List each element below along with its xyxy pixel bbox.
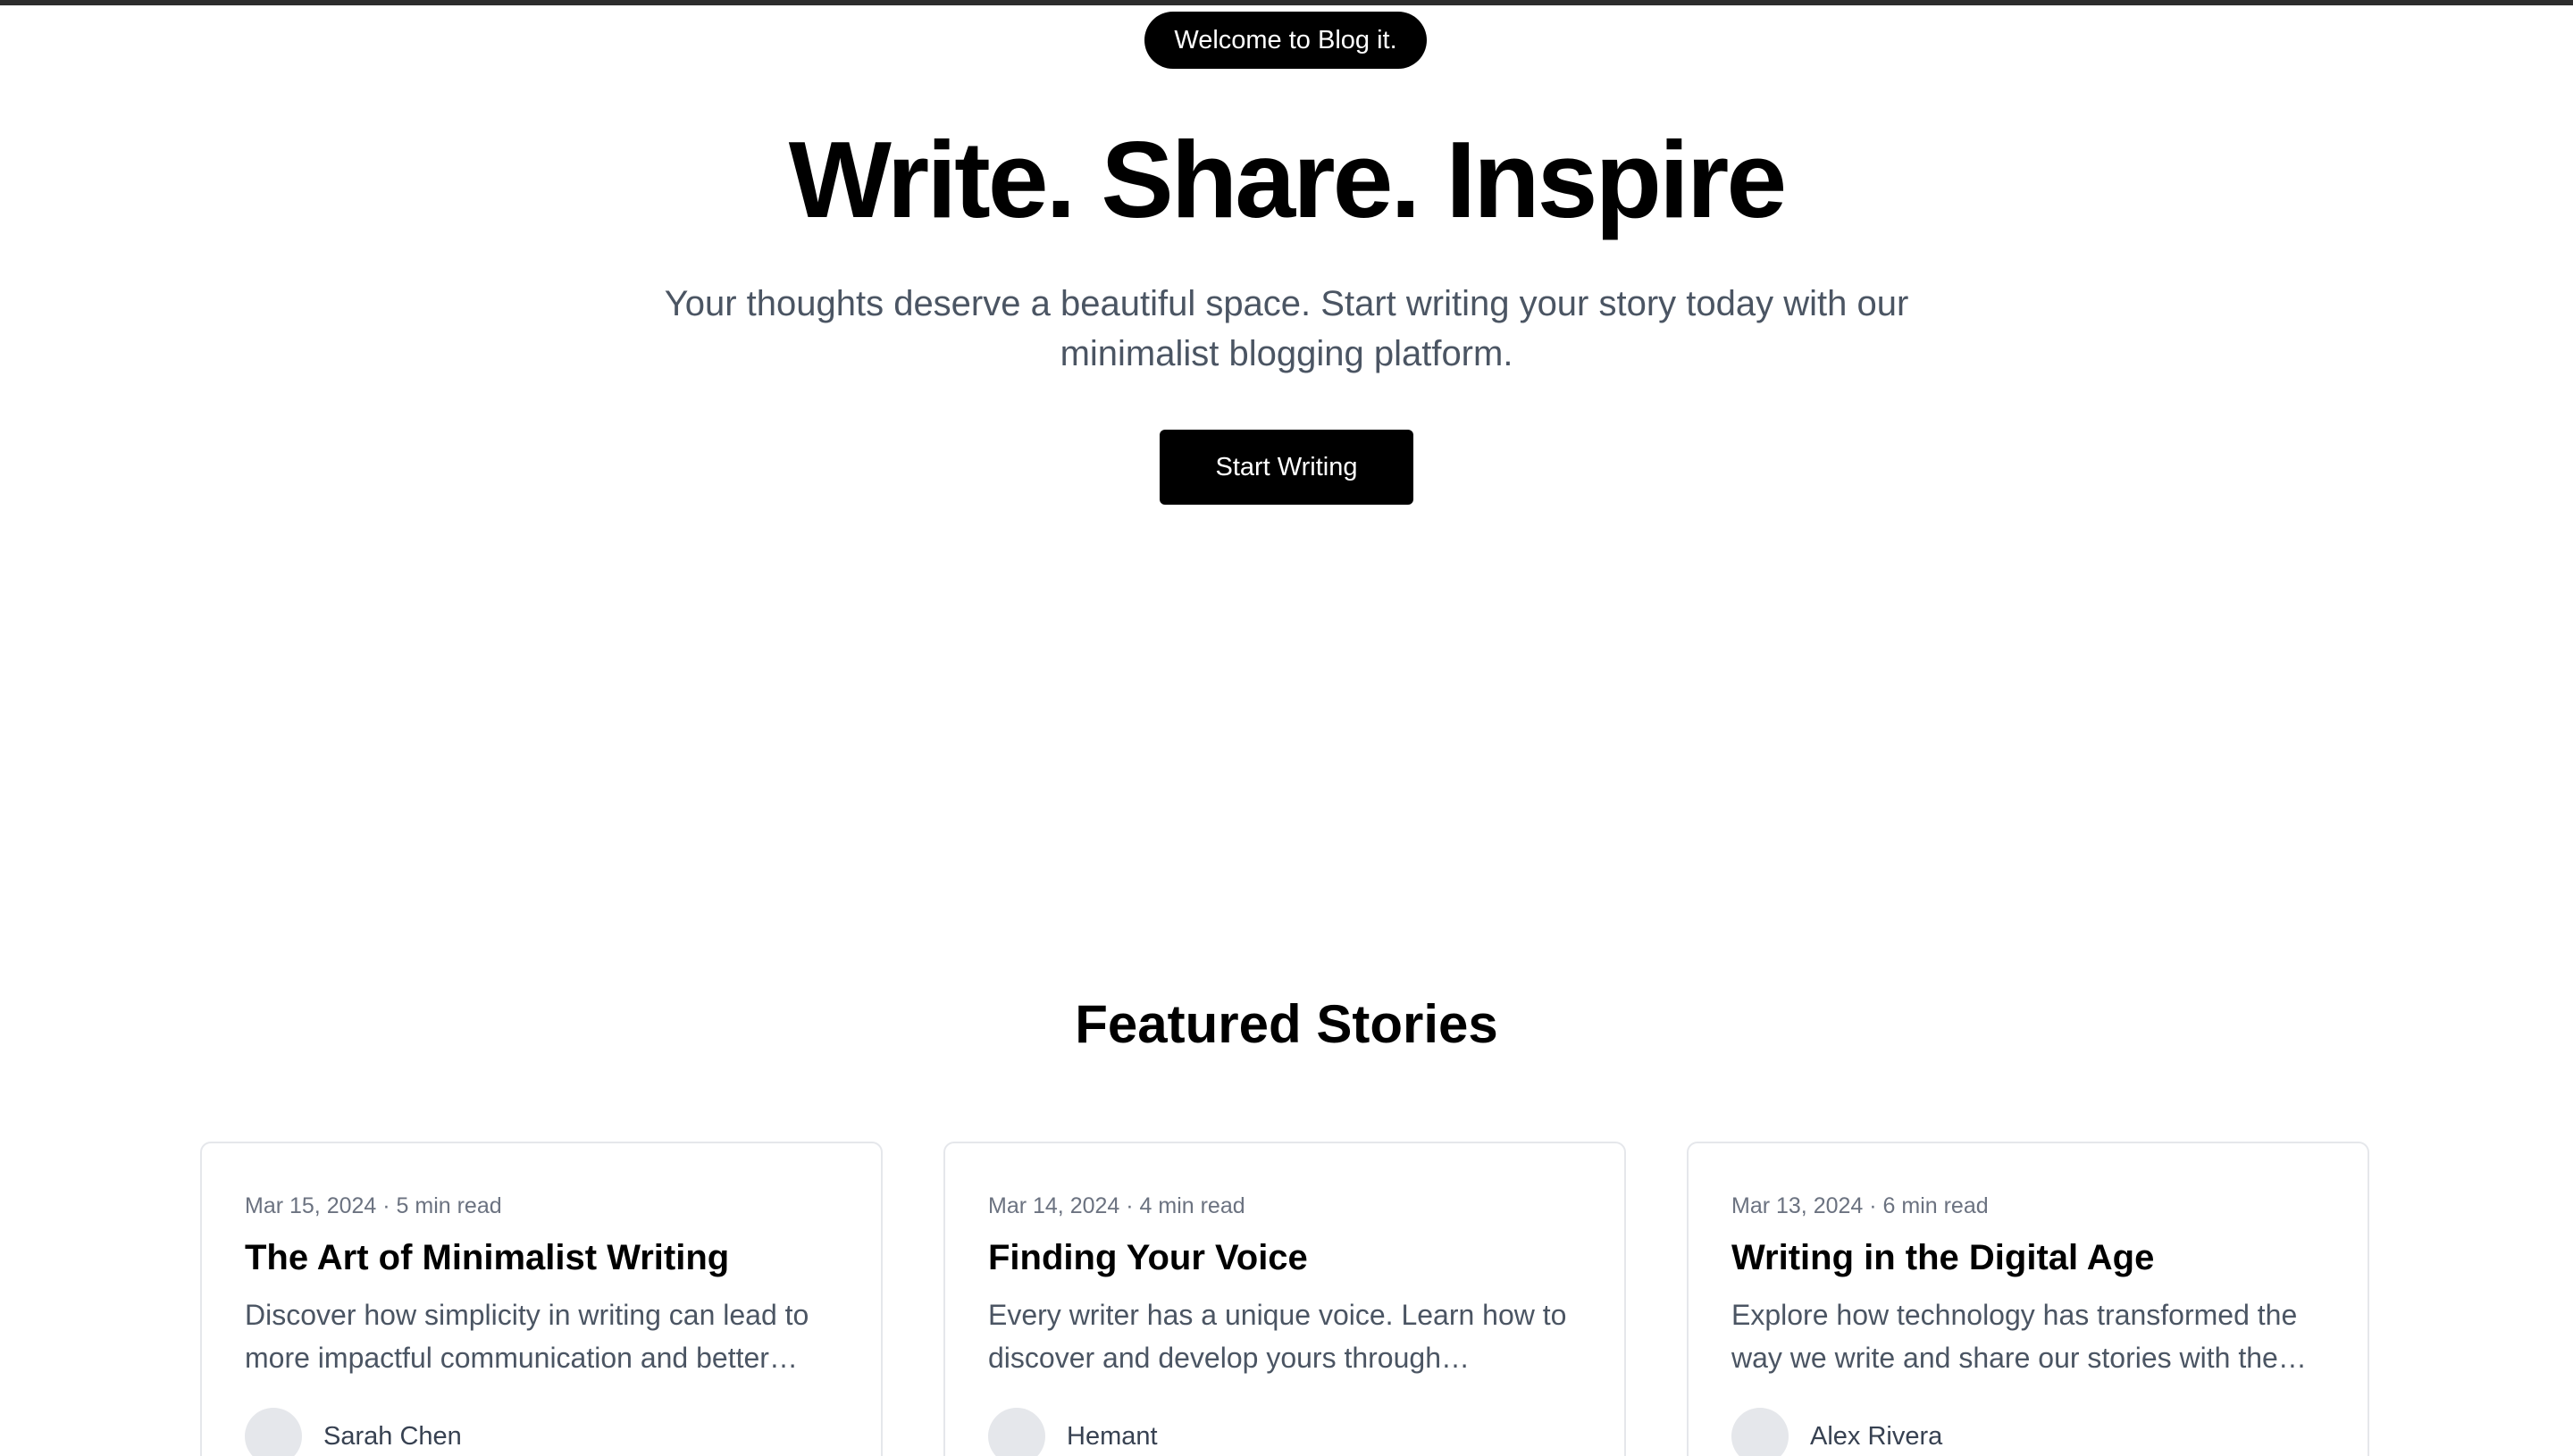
story-author: Alex Rivera — [1731, 1408, 1942, 1456]
story-author: Hemant — [988, 1408, 1158, 1456]
avatar — [1731, 1408, 1789, 1456]
story-title[interactable]: Finding Your Voice — [988, 1233, 1308, 1283]
top-border — [0, 0, 2573, 5]
landing-page: Welcome to Blog it. Write. Share. Inspir… — [0, 0, 2573, 1456]
story-excerpt: Discover how simplicity in writing can l… — [245, 1299, 809, 1374]
story-card[interactable]: Mar 14, 2024 · 4 min read Finding Your V… — [943, 1142, 1626, 1456]
story-meta: Mar 14, 2024 · 4 min read — [988, 1193, 1245, 1218]
story-meta: Mar 15, 2024 · 5 min read — [245, 1193, 502, 1218]
welcome-badge: Welcome to Blog it. — [1144, 12, 1427, 69]
featured-stories-heading: Featured Stories — [1075, 994, 1498, 1054]
avatar — [245, 1408, 302, 1456]
story-excerpt: Every writer has a unique voice. Learn h… — [988, 1299, 1567, 1374]
author-name: Sarah Chen — [323, 1422, 462, 1451]
story-card[interactable]: Mar 15, 2024 · 5 min read The Art of Min… — [200, 1142, 883, 1456]
story-title[interactable]: The Art of Minimalist Writing — [245, 1233, 729, 1283]
story-card[interactable]: Mar 13, 2024 · 6 min read Writing in the… — [1687, 1142, 2369, 1456]
start-writing-button[interactable]: Start Writing — [1160, 430, 1413, 505]
hero-title: Write. Share. Inspire — [788, 119, 1787, 240]
author-name: Alex Rivera — [1810, 1422, 1943, 1451]
story-meta: Mar 13, 2024 · 6 min read — [1731, 1193, 1989, 1218]
author-name: Hemant — [1067, 1422, 1158, 1451]
story-title[interactable]: Writing in the Digital Age — [1731, 1233, 2154, 1283]
avatar — [988, 1408, 1045, 1456]
story-author: Sarah Chen — [245, 1408, 462, 1456]
hero-subtitle: Your thoughts deserve a beautiful space.… — [664, 284, 1909, 373]
story-excerpt: Explore how technology has transformed t… — [1731, 1299, 2307, 1374]
